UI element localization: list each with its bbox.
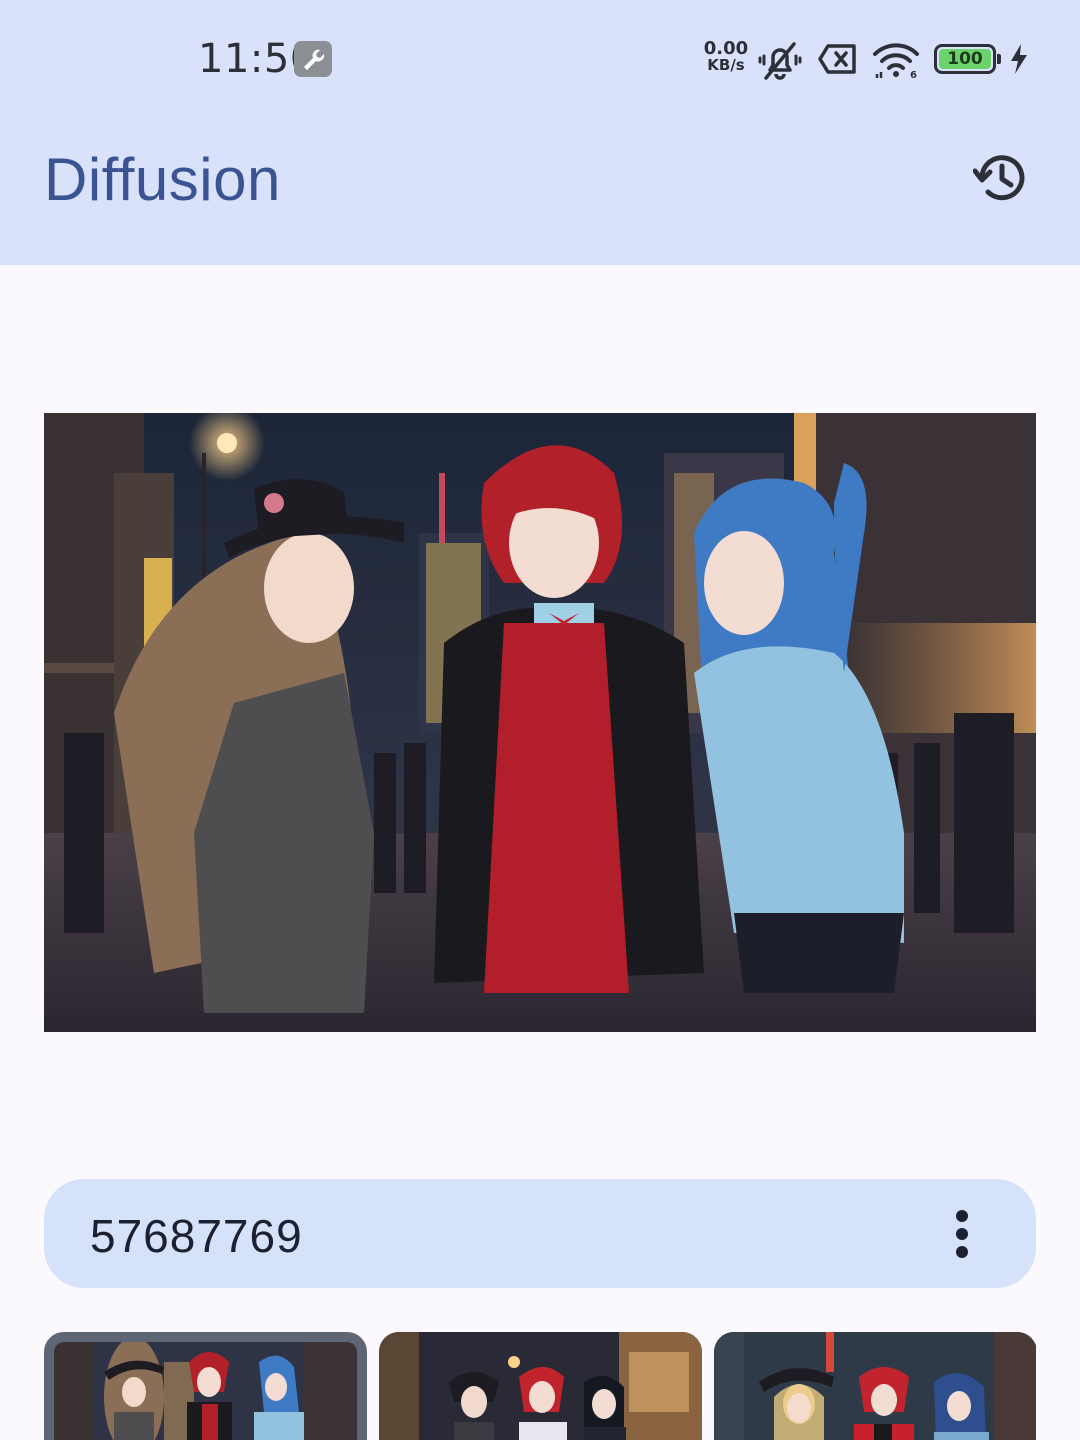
- more-vert-icon-dot: [956, 1228, 968, 1240]
- wifi-icon: 6: [873, 43, 919, 81]
- more-options-button[interactable]: [936, 1199, 988, 1269]
- svg-text:6: 6: [910, 70, 917, 81]
- thumbnail-2[interactable]: [379, 1332, 702, 1440]
- vibrate-off-icon: [758, 42, 802, 80]
- sim-off-icon: [818, 44, 856, 74]
- charging-icon: [1011, 44, 1027, 74]
- app-title: Diffusion: [44, 146, 281, 213]
- seed-value[interactable]: 57687769: [90, 1209, 303, 1263]
- history-icon: [973, 155, 1025, 201]
- thumbnail-3[interactable]: [714, 1332, 1037, 1440]
- more-vert-icon-dot: [956, 1246, 968, 1258]
- net-speed: 0.00 KB/s: [702, 40, 750, 74]
- battery-level: 100: [939, 49, 991, 69]
- net-speed-unit: KB/s: [707, 56, 745, 74]
- wrench-icon: [294, 41, 332, 77]
- status-bar: 11:50 0.00 KB/s 6 100: [0, 0, 1080, 118]
- top-app-bar: 11:50 0.00 KB/s 6 100 Diffusion: [0, 0, 1080, 265]
- seed-field[interactable]: 57687769: [44, 1179, 1036, 1288]
- history-button[interactable]: [970, 146, 1034, 210]
- thumbnail-1[interactable]: [44, 1332, 367, 1440]
- battery-icon: 100: [934, 44, 1001, 74]
- net-speed-value: 0.00: [703, 38, 749, 59]
- generated-image[interactable]: [44, 413, 1036, 1032]
- thumbnail-strip: [44, 1332, 1036, 1440]
- more-vert-icon: [956, 1210, 968, 1222]
